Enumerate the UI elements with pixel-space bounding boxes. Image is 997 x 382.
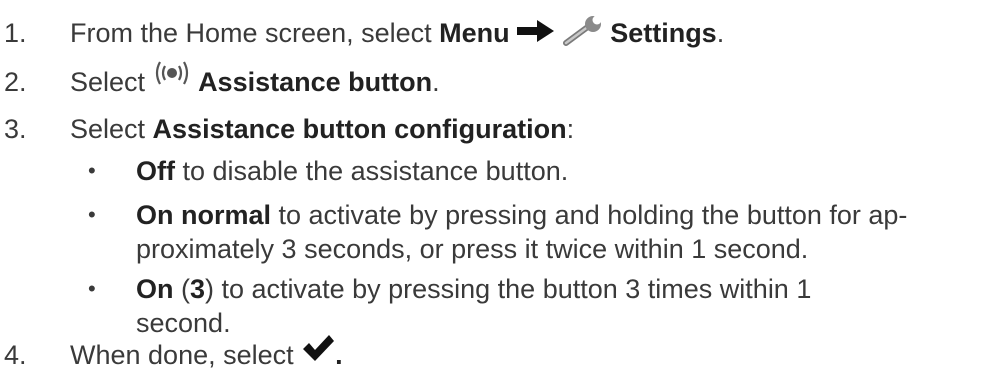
step-text: Select Assistance button configuration:	[70, 114, 575, 144]
step-text: Select Assistance button.	[70, 61, 440, 99]
bullet-text: Off to disable the assistance button.	[136, 156, 569, 186]
wrench-icon	[562, 15, 603, 54]
step-number: 2.	[4, 67, 27, 97]
assistance-config-label: Assistance button configuration	[152, 114, 567, 144]
checkmark-icon	[301, 334, 335, 370]
bullet-text: On (3) to activate by pressing the butto…	[136, 274, 812, 304]
bullet-marker: •	[88, 158, 96, 183]
step-text: From the Home screen, select Menu Settin…	[70, 15, 724, 54]
right-arrow-icon	[517, 18, 555, 52]
menu-label: Menu	[439, 18, 510, 49]
assistance-button-label: Assistance button	[198, 67, 433, 97]
step-number: 4.	[4, 340, 27, 370]
radio-waves-icon	[153, 60, 191, 94]
bullet-marker: •	[88, 202, 96, 227]
step-text: When done, select .	[70, 334, 343, 372]
bullet-text: On normal to activate by pressing and ho…	[136, 200, 908, 230]
bullet-text-continued: proximately 3 seconds, or press it twice…	[136, 234, 809, 264]
settings-label: Settings	[610, 18, 717, 49]
step-number: 1.	[4, 18, 27, 48]
bullet-text-continued: second.	[136, 308, 231, 338]
step-number: 3.	[4, 114, 27, 144]
bullet-marker: •	[88, 276, 96, 301]
